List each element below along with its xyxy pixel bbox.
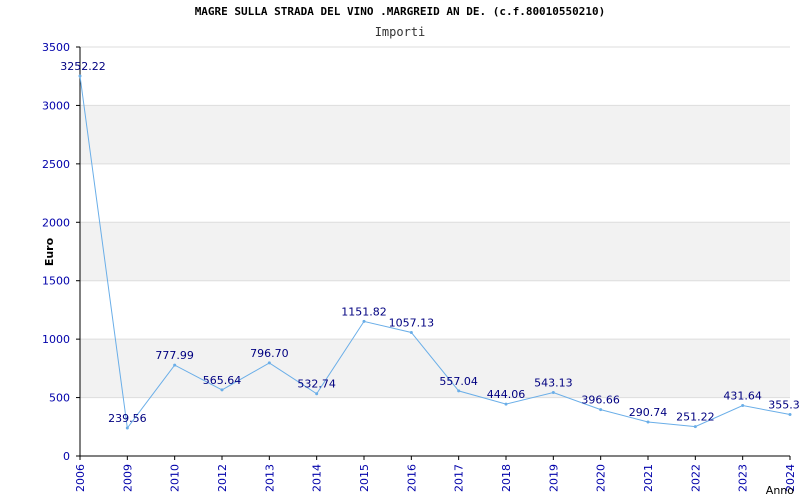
grid-band: [80, 222, 790, 281]
data-point: [78, 74, 82, 78]
data-point: [362, 319, 366, 323]
y-tick-label: 2000: [42, 216, 70, 229]
data-label: 796.70: [250, 347, 289, 360]
data-label: 251.22: [676, 411, 715, 424]
data-point: [315, 392, 319, 396]
data-point: [173, 363, 177, 367]
data-point: [551, 391, 555, 395]
x-tick-label: 2013: [263, 464, 276, 492]
data-label: 557.04: [439, 375, 478, 388]
x-tick-label: 2021: [642, 464, 655, 492]
data-label: 239.56: [108, 412, 147, 425]
data-point: [599, 408, 603, 412]
data-label: 396.66: [581, 394, 620, 407]
grid-band: [80, 105, 790, 164]
y-tick-label: 1000: [42, 333, 70, 346]
data-point: [220, 388, 224, 392]
x-tick-label: 2010: [169, 464, 182, 492]
x-tick-label: 2019: [547, 464, 560, 492]
x-tick-label: 2012: [216, 464, 229, 492]
data-label: 1057.13: [389, 316, 435, 329]
data-label: 565.64: [203, 374, 242, 387]
x-tick-label: 2018: [500, 464, 513, 492]
grid-band: [80, 339, 790, 398]
y-tick-label: 0: [63, 450, 70, 463]
x-tick-label: 2016: [405, 464, 418, 492]
x-tick-label: 2009: [121, 464, 134, 492]
x-tick-label: 2022: [689, 464, 702, 492]
data-label: 3252.22: [60, 60, 106, 73]
y-axis-title: Euro: [43, 237, 56, 266]
y-tick-label: 500: [49, 392, 70, 405]
plot-area: 0 500 1000 1500 2000 2500 3000 3500 2006 2009 2010…: [42, 41, 800, 497]
data-point: [646, 420, 650, 424]
x-tick-label: 2015: [358, 464, 371, 492]
data-label: 290.74: [629, 406, 668, 419]
data-label: 431.64: [723, 390, 762, 403]
data-point: [457, 389, 461, 393]
x-tick-label: 2017: [453, 464, 466, 492]
y-tick-label: 1500: [42, 275, 70, 288]
data-label: 1151.82: [341, 305, 387, 318]
x-tick-label: 2014: [311, 464, 324, 492]
chart: MAGRE SULLA STRADA DEL VINO .MARGREID AN…: [0, 0, 800, 500]
x-tick-label: 2006: [74, 464, 87, 492]
y-tick-label: 3000: [42, 99, 70, 112]
data-point: [741, 404, 745, 408]
data-point: [788, 412, 792, 416]
data-label: 777.99: [155, 349, 194, 362]
data-point: [267, 361, 271, 365]
data-label: 543.13: [534, 377, 573, 390]
data-label: 444.06: [487, 388, 526, 401]
data-label: 532.74: [297, 378, 336, 391]
x-axis-title: Anno: [766, 484, 794, 497]
x-tick-label: 2020: [595, 464, 608, 492]
data-point: [693, 425, 697, 429]
data-point: [125, 426, 129, 430]
data-label: 355.3: [768, 398, 800, 411]
x-tick-label: 2023: [737, 464, 750, 492]
data-point: [409, 330, 413, 334]
y-tick-label: 2500: [42, 158, 70, 171]
data-point: [504, 402, 508, 406]
y-tick-label: 3500: [42, 41, 70, 54]
